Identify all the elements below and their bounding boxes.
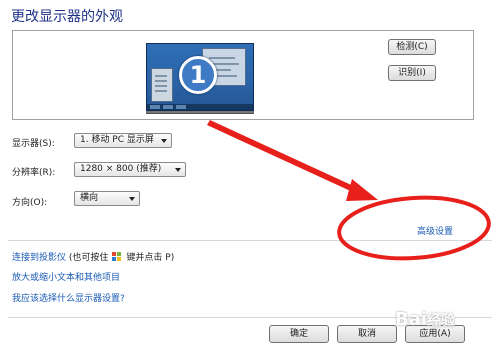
- projector-hint-after: 键并点击 P): [126, 253, 175, 263]
- resolution-value: 1280 × 800 (推荐): [80, 164, 162, 174]
- resolution-dropdown[interactable]: 1280 × 800 (推荐): [74, 162, 186, 177]
- cancel-button[interactable]: 取消: [337, 325, 397, 343]
- text-size-link[interactable]: 放大或缩小文本和其他项目: [12, 270, 120, 283]
- annotation-arrow-shaft: [207, 120, 360, 194]
- ok-button[interactable]: 确定: [269, 325, 329, 343]
- identify-button[interactable]: 识别(I): [388, 65, 436, 81]
- orientation-label: 方向(O):: [12, 198, 48, 208]
- advanced-settings-link[interactable]: 高级设置: [417, 224, 453, 237]
- detect-button[interactable]: 检测(C): [388, 39, 436, 55]
- which-settings-link[interactable]: 我应该选择什么显示器设置?: [12, 291, 125, 304]
- windows-logo-icon: [112, 252, 123, 261]
- monitor-1-thumbnail[interactable]: 1: [146, 43, 254, 111]
- taskbar: [147, 104, 253, 110]
- projector-line: 连接到投影仪 (也可按住 键并点击 P): [12, 250, 174, 263]
- page-title: 更改显示器的外观: [11, 9, 123, 25]
- projector-hint-before: (也可按住: [68, 253, 109, 263]
- display-dropdown[interactable]: 1. 移动 PC 显示屏: [74, 133, 172, 148]
- annotation-arrowhead: [346, 179, 378, 201]
- display-value: 1. 移动 PC 显示屏: [80, 135, 154, 145]
- orientation-dropdown[interactable]: 横向: [74, 191, 140, 206]
- monitor-preview-panel: 1 检测(C) 识别(I): [12, 30, 474, 120]
- chevron-down-icon: [129, 197, 135, 201]
- chevron-down-icon: [161, 139, 167, 143]
- watermark-logo: Bai经验: [395, 309, 456, 330]
- connect-projector-link[interactable]: 连接到投影仪: [12, 253, 66, 263]
- annotation-circle: [337, 195, 491, 261]
- window-thumbnail-small: [151, 68, 173, 102]
- monitor-number-badge: 1: [179, 56, 217, 94]
- orientation-value: 横向: [80, 193, 99, 203]
- display-label: 显示器(S):: [12, 139, 55, 149]
- divider: [8, 240, 492, 241]
- resolution-label: 分辨率(R):: [12, 168, 56, 178]
- chevron-down-icon: [175, 168, 181, 172]
